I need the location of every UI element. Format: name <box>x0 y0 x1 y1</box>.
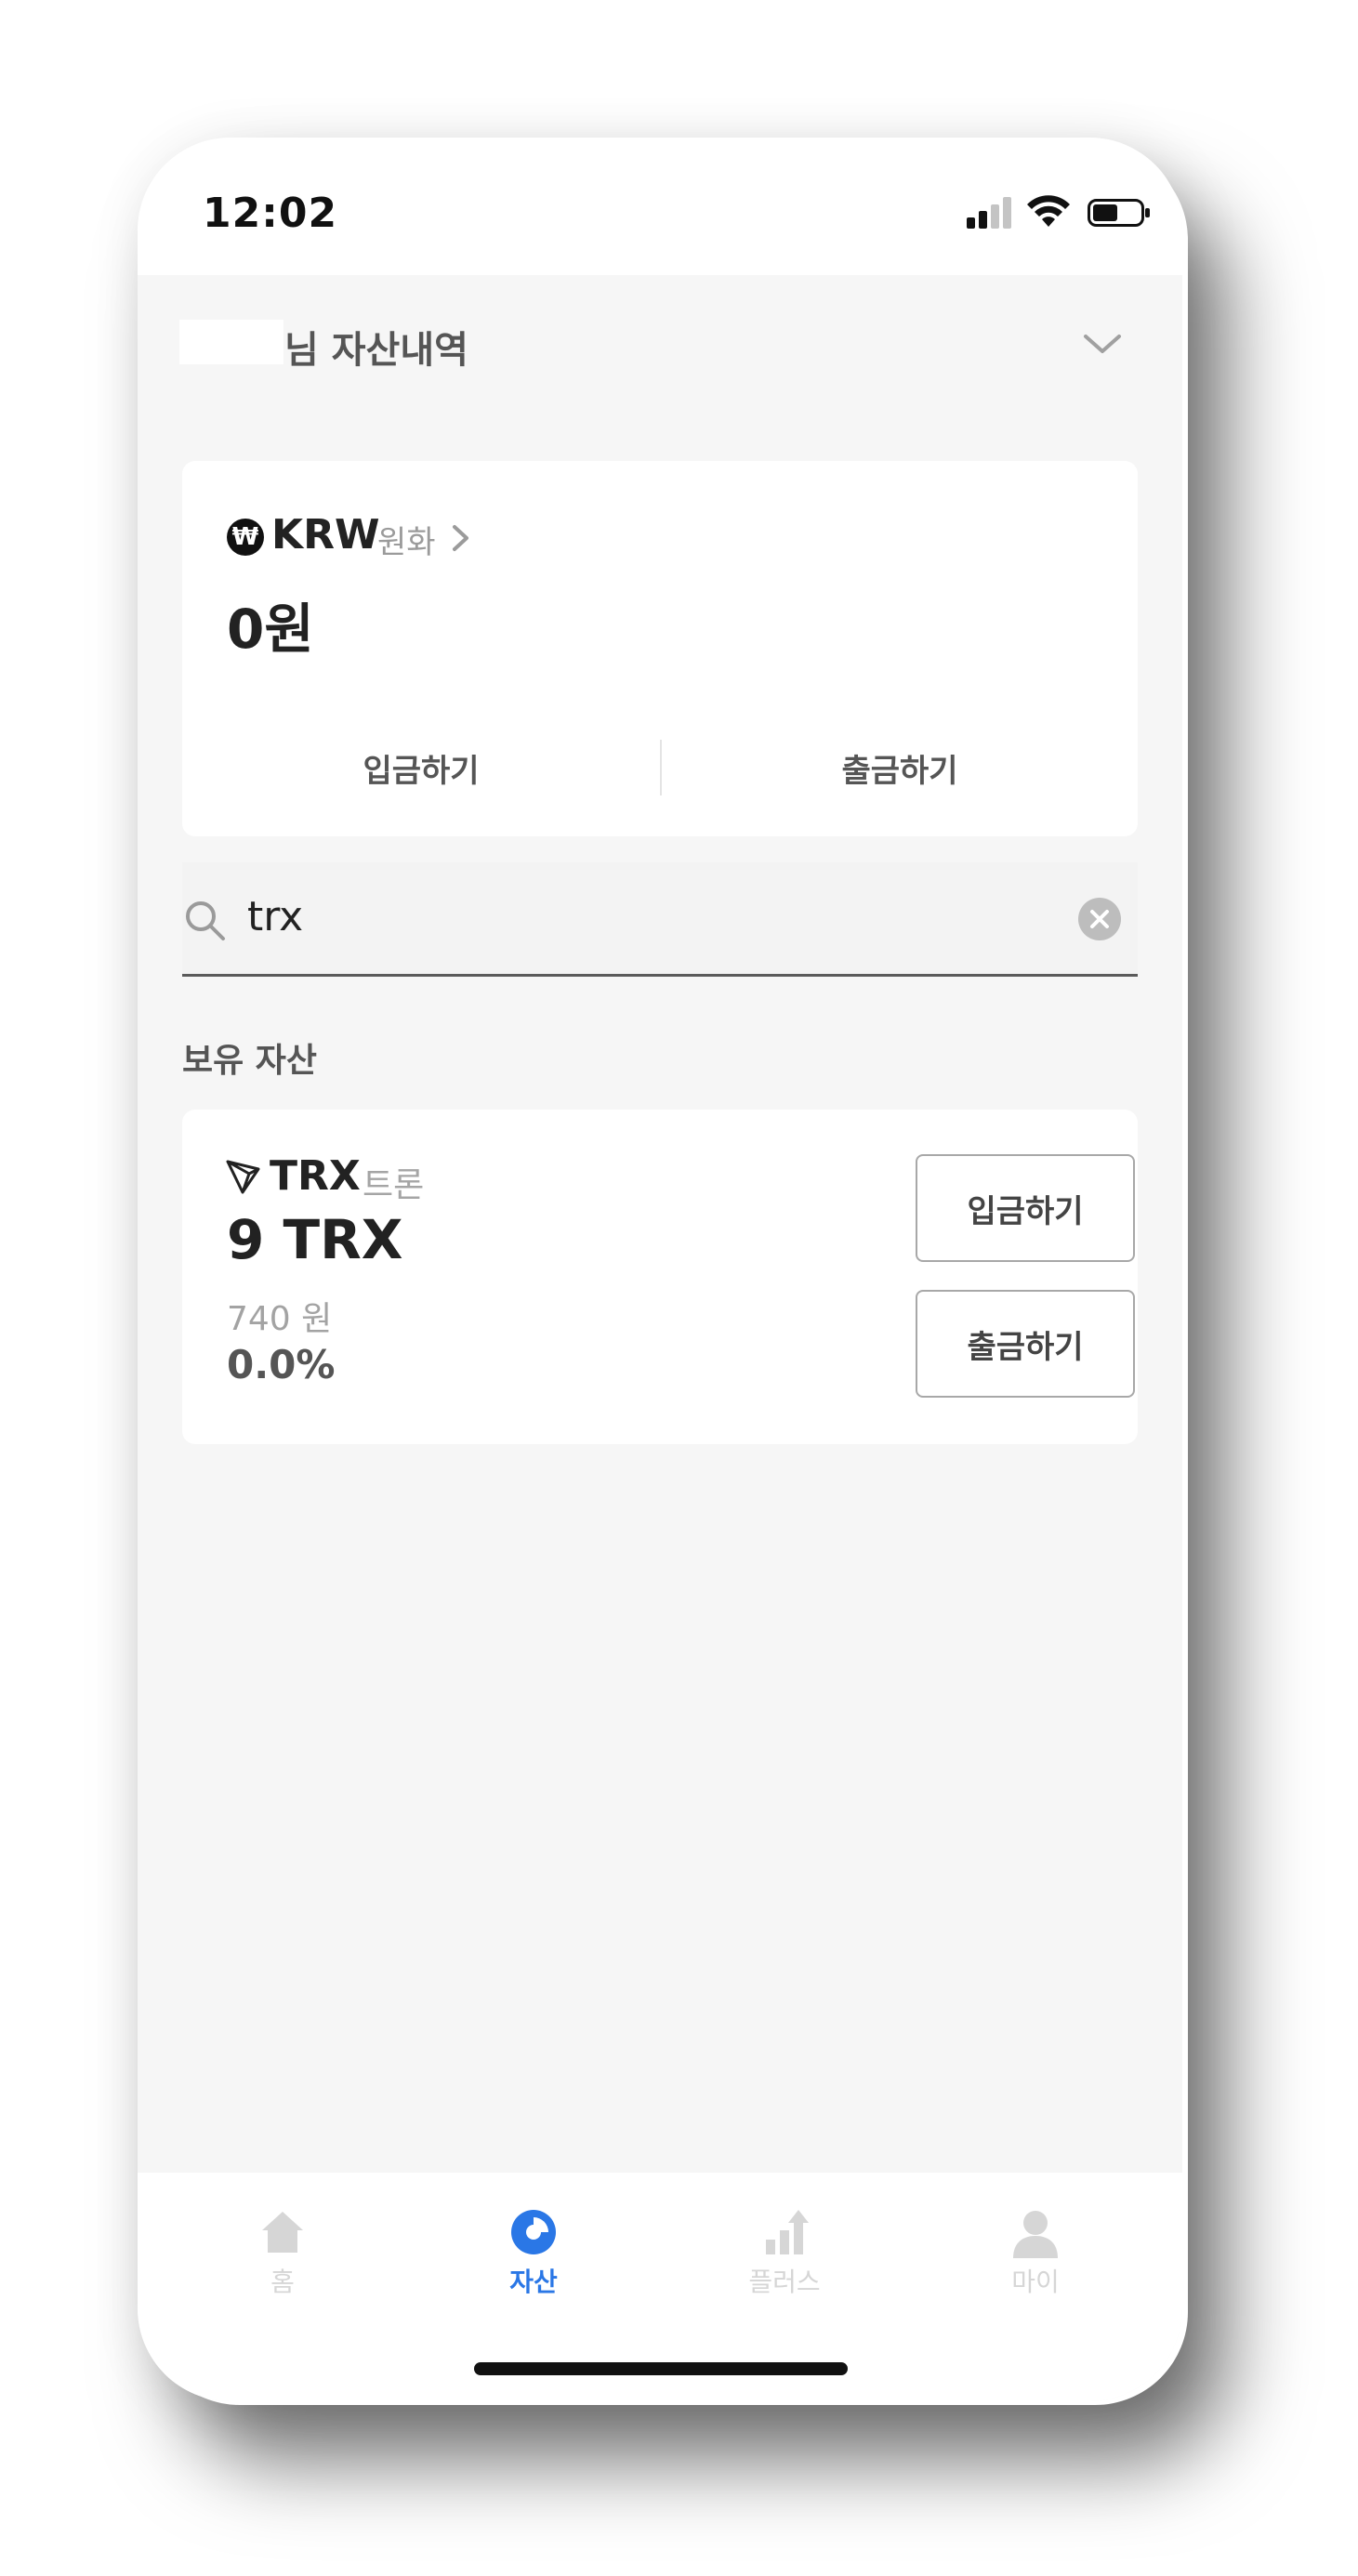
bar-chart-up-icon <box>766 2210 809 2254</box>
status-time: 12:02 <box>203 190 338 237</box>
search-input[interactable] <box>247 888 1037 944</box>
asset-krw-value: 740 원 <box>227 1300 333 1338</box>
battery-icon <box>1088 199 1150 227</box>
page-title: 님 자산내역 <box>284 329 468 372</box>
wifi-icon <box>1027 195 1070 227</box>
search-bar <box>182 862 1138 977</box>
chevron-down-icon[interactable] <box>1082 323 1123 364</box>
tab-label: 홈 <box>270 2267 295 2297</box>
redacted-username <box>179 320 283 364</box>
asset-card-trx[interactable]: TRX 트론 9 TRX 740 원 0.0% 입금하기 출금하기 <box>182 1110 1138 1444</box>
tab-my[interactable]: 마이 <box>943 2204 1128 2299</box>
cellular-signal-icon <box>967 197 1011 229</box>
tab-plus[interactable]: 플러스 <box>692 2204 877 2299</box>
krw-withdraw-button[interactable]: 출금하기 <box>662 745 1138 791</box>
home-icon <box>262 2212 303 2253</box>
status-bar: 12:02 <box>138 138 1182 275</box>
phone-screen: 12:02 님 자산내역 ₩ KRW 원화 0원 입금하기 출금하기 trx 보… <box>138 138 1182 2401</box>
home-indicator <box>474 2362 848 2375</box>
tab-label: 플러스 <box>748 2267 821 2297</box>
tab-label: 마이 <box>1011 2267 1060 2297</box>
chevron-right-icon[interactable] <box>450 522 472 554</box>
tron-logo-icon <box>226 1160 260 1194</box>
krw-card: ₩ KRW 원화 0원 입금하기 출금하기 <box>182 461 1138 836</box>
asset-code: TRX <box>270 1152 361 1200</box>
asset-return-rate: 0.0% <box>227 1342 336 1387</box>
krw-balance: 0원 <box>227 598 314 661</box>
search-icon <box>186 901 225 940</box>
krw-code[interactable]: KRW <box>271 511 380 559</box>
tab-assets[interactable]: 자산 <box>441 2204 626 2299</box>
trx-deposit-button[interactable]: 입금하기 <box>916 1154 1135 1262</box>
clear-search-icon[interactable] <box>1078 898 1121 940</box>
person-icon <box>1013 2211 1058 2258</box>
asset-amount: 9 TRX <box>227 1208 403 1271</box>
krw-name[interactable]: 원화 <box>377 517 436 562</box>
asset-name: 트론 <box>363 1166 425 1204</box>
tab-label: 자산 <box>509 2267 558 2297</box>
tab-home[interactable]: 홈 <box>190 2204 376 2299</box>
won-icon: ₩ <box>227 519 264 556</box>
holdings-section-title: 보유 자산 <box>182 1042 318 1080</box>
krw-deposit-button[interactable]: 입금하기 <box>182 745 660 791</box>
trx-withdraw-button[interactable]: 출금하기 <box>916 1290 1135 1398</box>
pie-chart-icon <box>511 2210 556 2254</box>
